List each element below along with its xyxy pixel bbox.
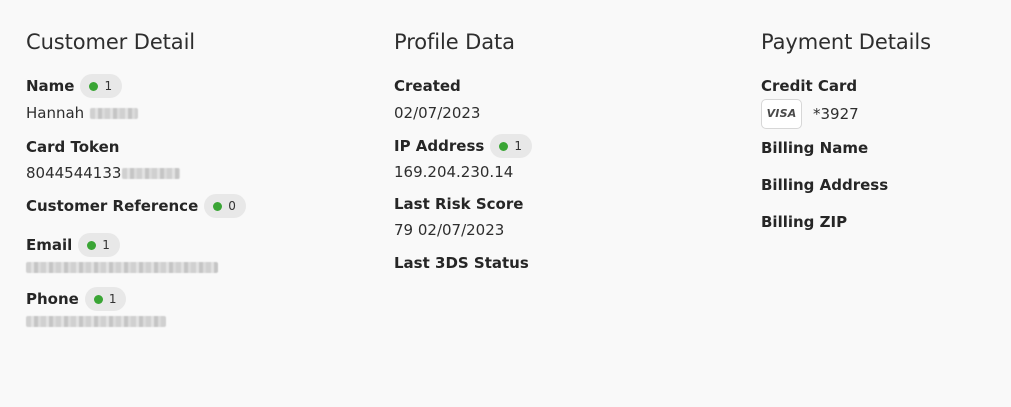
credit-card-value: VISA *3927 [761, 99, 1001, 129]
phone-value [26, 316, 366, 327]
phone-match-badge[interactable]: 1 [84, 287, 127, 311]
customer-reference-badge-count: 0 [228, 199, 236, 213]
customer-reference-field: Customer Reference 0 [26, 194, 366, 218]
ip-address-label: IP Address [394, 137, 485, 155]
ip-address-value: 169.204.230.14 [394, 163, 514, 181]
billing-zip-label: Billing ZIP [761, 213, 848, 231]
customer-reference-match-badge[interactable]: 0 [204, 194, 246, 218]
customer-reference-label: Customer Reference [26, 197, 199, 215]
status-dot-icon [89, 81, 99, 91]
card-token-value: 8044544133 [26, 162, 366, 184]
customer-detail-section: Customer Detail Name 1 Hannah Card Token… [26, 28, 366, 327]
ip-address-match-badge[interactable]: 1 [490, 134, 532, 158]
last-3ds-status-field: Last 3DS Status [394, 252, 734, 274]
phone-label: Phone [26, 290, 79, 308]
name-field: Name 1 Hannah [26, 74, 366, 124]
card-token-label: Card Token [26, 138, 120, 156]
phone-badge-count: 1 [108, 292, 117, 306]
redacted-phone [26, 316, 166, 327]
status-dot-icon [87, 240, 97, 250]
created-label: Created [394, 77, 461, 95]
card-last4: *3927 [813, 105, 859, 123]
last-risk-score-value: 79 02/07/2023 [394, 221, 505, 239]
status-dot-icon [93, 294, 103, 304]
redacted-surname [90, 107, 139, 119]
status-dot-icon [499, 141, 509, 151]
ip-address-badge-count: 1 [514, 139, 522, 153]
profile-data-section: Profile Data Created 02/07/2023 IP Addre… [394, 28, 734, 274]
email-field: Email 1 [26, 233, 366, 273]
billing-address-label: Billing Address [761, 176, 889, 194]
billing-name-label: Billing Name [761, 139, 869, 157]
name-match-badge[interactable]: 1 [80, 74, 123, 98]
customer-detail-title: Customer Detail [26, 30, 196, 54]
details-panel: Customer Detail Name 1 Hannah Card Token… [0, 0, 1011, 407]
email-badge-count: 1 [102, 238, 110, 252]
email-match-badge[interactable]: 1 [78, 233, 120, 257]
card-token-value-text: 8044544133 [26, 164, 122, 182]
name-label: Name [26, 77, 75, 95]
redacted-card-token [122, 167, 181, 179]
billing-address-field: Billing Address [761, 174, 1001, 196]
status-dot-icon [213, 201, 223, 211]
created-value: 02/07/2023 [394, 104, 481, 122]
payment-details-title: Payment Details [761, 30, 931, 54]
credit-card-field: Credit Card VISA *3927 [761, 75, 1001, 129]
last-3ds-status-label: Last 3DS Status [394, 254, 529, 272]
last-risk-score-field: Last Risk Score 79 02/07/2023 [394, 193, 734, 241]
ip-address-field: IP Address 1 169.204.230.14 [394, 134, 734, 183]
last-risk-score-label: Last Risk Score [394, 195, 524, 213]
billing-zip-field: Billing ZIP [761, 211, 1001, 233]
visa-card-icon: VISA [761, 99, 802, 129]
profile-data-title: Profile Data [394, 30, 515, 54]
created-field: Created 02/07/2023 [394, 75, 734, 124]
name-value: Hannah [26, 102, 366, 124]
name-value-text: Hannah [26, 104, 85, 122]
credit-card-label: Credit Card [761, 77, 858, 95]
email-label: Email [26, 236, 73, 254]
name-badge-count: 1 [104, 79, 113, 93]
redacted-email [26, 262, 218, 273]
card-token-field: Card Token 8044544133 [26, 136, 366, 184]
email-value [26, 262, 366, 273]
phone-field: Phone 1 [26, 287, 366, 327]
payment-details-section: Payment Details Credit Card VISA *3927 B… [761, 28, 1001, 233]
billing-name-field: Billing Name [761, 137, 1001, 159]
